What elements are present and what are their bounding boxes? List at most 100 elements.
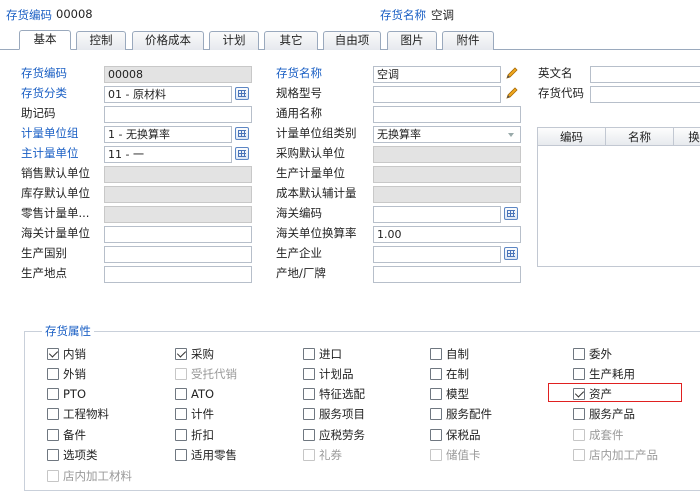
grid-header-code[interactable]: 编码 — [538, 128, 606, 146]
reference-lookup-icon[interactable] — [235, 87, 249, 100]
attr-checkbox[interactable] — [303, 368, 315, 380]
col2-label-0: 存货名称 — [276, 66, 322, 80]
attr-label: 店内加工材料 — [63, 469, 132, 483]
col3-label-1: 存货代码 — [538, 86, 584, 100]
tab-3[interactable]: 计划 — [209, 31, 259, 50]
attr-checkbox[interactable] — [175, 449, 187, 461]
attr-checkbox[interactable] — [47, 368, 59, 380]
grid-header-rate[interactable]: 换 — [674, 128, 700, 146]
attr-checkbox[interactable] — [303, 408, 315, 420]
col1-field-3[interactable]: 1 - 无换算率 — [104, 126, 232, 143]
attr-label: 外销 — [63, 367, 86, 381]
col2-label-6: 成本默认辅计量 — [276, 186, 357, 200]
tab-4[interactable]: 其它 — [264, 31, 318, 50]
attr-checkbox[interactable] — [47, 429, 59, 441]
col1-field-7[interactable] — [104, 206, 252, 223]
tab-2[interactable]: 价格成本 — [132, 31, 204, 50]
chevron-down-icon[interactable] — [508, 133, 514, 137]
col1-field-2[interactable] — [104, 106, 252, 123]
tab-1[interactable]: 控制 — [76, 31, 126, 50]
attr-label: 储值卡 — [446, 448, 481, 462]
grid-header-name[interactable]: 名称 — [606, 128, 674, 146]
attr-label: 折扣 — [191, 428, 214, 442]
attr-checkbox — [430, 449, 442, 461]
reference-lookup-icon[interactable] — [504, 247, 518, 260]
col2-field-4[interactable] — [373, 146, 521, 163]
col1-label-3: 计量单位组 — [21, 126, 79, 140]
attr-checkbox[interactable] — [430, 429, 442, 441]
tab-7[interactable]: 附件 — [442, 31, 494, 50]
tab-5[interactable]: 自由项 — [323, 31, 381, 50]
attr-checkbox[interactable] — [47, 449, 59, 461]
col2-field-8[interactable]: 1.00 — [373, 226, 521, 243]
attr-label: 服务产品 — [589, 407, 635, 421]
attr-checkbox[interactable] — [47, 348, 59, 360]
col2-field-0[interactable]: 空调 — [373, 66, 501, 83]
header-code-label: 存货编码 — [6, 8, 52, 22]
col2-field-10[interactable] — [373, 266, 521, 283]
attr-checkbox — [303, 449, 315, 461]
tab-6[interactable]: 图片 — [387, 31, 437, 50]
reference-lookup-icon[interactable] — [504, 207, 518, 220]
attr-checkbox[interactable] — [573, 408, 585, 420]
col2-label-5: 生产计量单位 — [276, 166, 345, 180]
edit-pencil-icon[interactable] — [504, 65, 520, 81]
attr-checkbox[interactable] — [430, 388, 442, 400]
col2-field-2[interactable] — [373, 106, 521, 123]
col3-field-0[interactable] — [590, 66, 700, 83]
col2-label-8: 海关单位换算率 — [276, 226, 357, 240]
attr-label: 计件 — [191, 407, 214, 421]
barcode-grid[interactable]: 编码 名称 换 — [537, 127, 700, 267]
attr-checkbox[interactable] — [175, 429, 187, 441]
attr-checkbox[interactable] — [573, 348, 585, 360]
col2-field-6[interactable] — [373, 186, 521, 203]
attr-checkbox[interactable] — [47, 408, 59, 420]
attr-checkbox[interactable] — [175, 388, 187, 400]
tab-0[interactable]: 基本 — [19, 30, 71, 50]
col1-label-9: 生产国别 — [21, 246, 67, 260]
attributes-legend: 存货属性 — [42, 323, 94, 339]
col2-field-5[interactable] — [373, 166, 521, 183]
highlight-box — [548, 383, 682, 402]
attr-label: 计划品 — [319, 367, 354, 381]
col1-field-1[interactable]: 01 - 原材料 — [104, 86, 232, 103]
reference-lookup-icon[interactable] — [235, 147, 249, 160]
col1-field-10[interactable] — [104, 266, 252, 283]
attr-label: 委外 — [589, 347, 612, 361]
edit-pencil-icon[interactable] — [504, 85, 520, 101]
attr-checkbox — [47, 470, 59, 482]
col3-label-0: 英文名 — [538, 66, 573, 80]
col2-label-4: 采购默认单位 — [276, 146, 345, 160]
attr-label: 工程物料 — [63, 407, 109, 421]
attr-checkbox[interactable] — [430, 408, 442, 420]
attr-label: 服务配件 — [446, 407, 492, 421]
col1-field-8[interactable] — [104, 226, 252, 243]
col1-field-9[interactable] — [104, 246, 252, 263]
col2-field-1[interactable] — [373, 86, 501, 103]
attr-label: 适用零售 — [191, 448, 237, 462]
col1-field-4[interactable]: 11 - 一 — [104, 146, 232, 163]
attr-checkbox[interactable] — [430, 368, 442, 380]
attr-checkbox[interactable] — [573, 368, 585, 380]
col2-field-3[interactable]: 无换算率 — [373, 126, 521, 143]
col2-field-7[interactable] — [373, 206, 501, 223]
col1-label-4: 主计量单位 — [21, 146, 79, 160]
attr-checkbox[interactable] — [175, 348, 187, 360]
col2-field-9[interactable] — [373, 246, 501, 263]
attr-label: 自制 — [446, 347, 469, 361]
col1-label-8: 海关计量单位 — [21, 226, 90, 240]
reference-lookup-icon[interactable] — [235, 127, 249, 140]
col1-label-2: 助记码 — [21, 106, 56, 120]
attr-checkbox[interactable] — [430, 348, 442, 360]
attr-checkbox[interactable] — [303, 348, 315, 360]
attr-checkbox[interactable] — [47, 388, 59, 400]
col1-label-0: 存货编码 — [21, 66, 67, 80]
attr-label: 保税品 — [446, 428, 481, 442]
attr-checkbox[interactable] — [175, 408, 187, 420]
col1-field-6[interactable] — [104, 186, 252, 203]
attr-checkbox[interactable] — [303, 429, 315, 441]
attr-checkbox[interactable] — [303, 388, 315, 400]
col1-field-5[interactable] — [104, 166, 252, 183]
header-name-value: 空调 — [431, 8, 454, 22]
col3-field-1[interactable] — [590, 86, 700, 103]
